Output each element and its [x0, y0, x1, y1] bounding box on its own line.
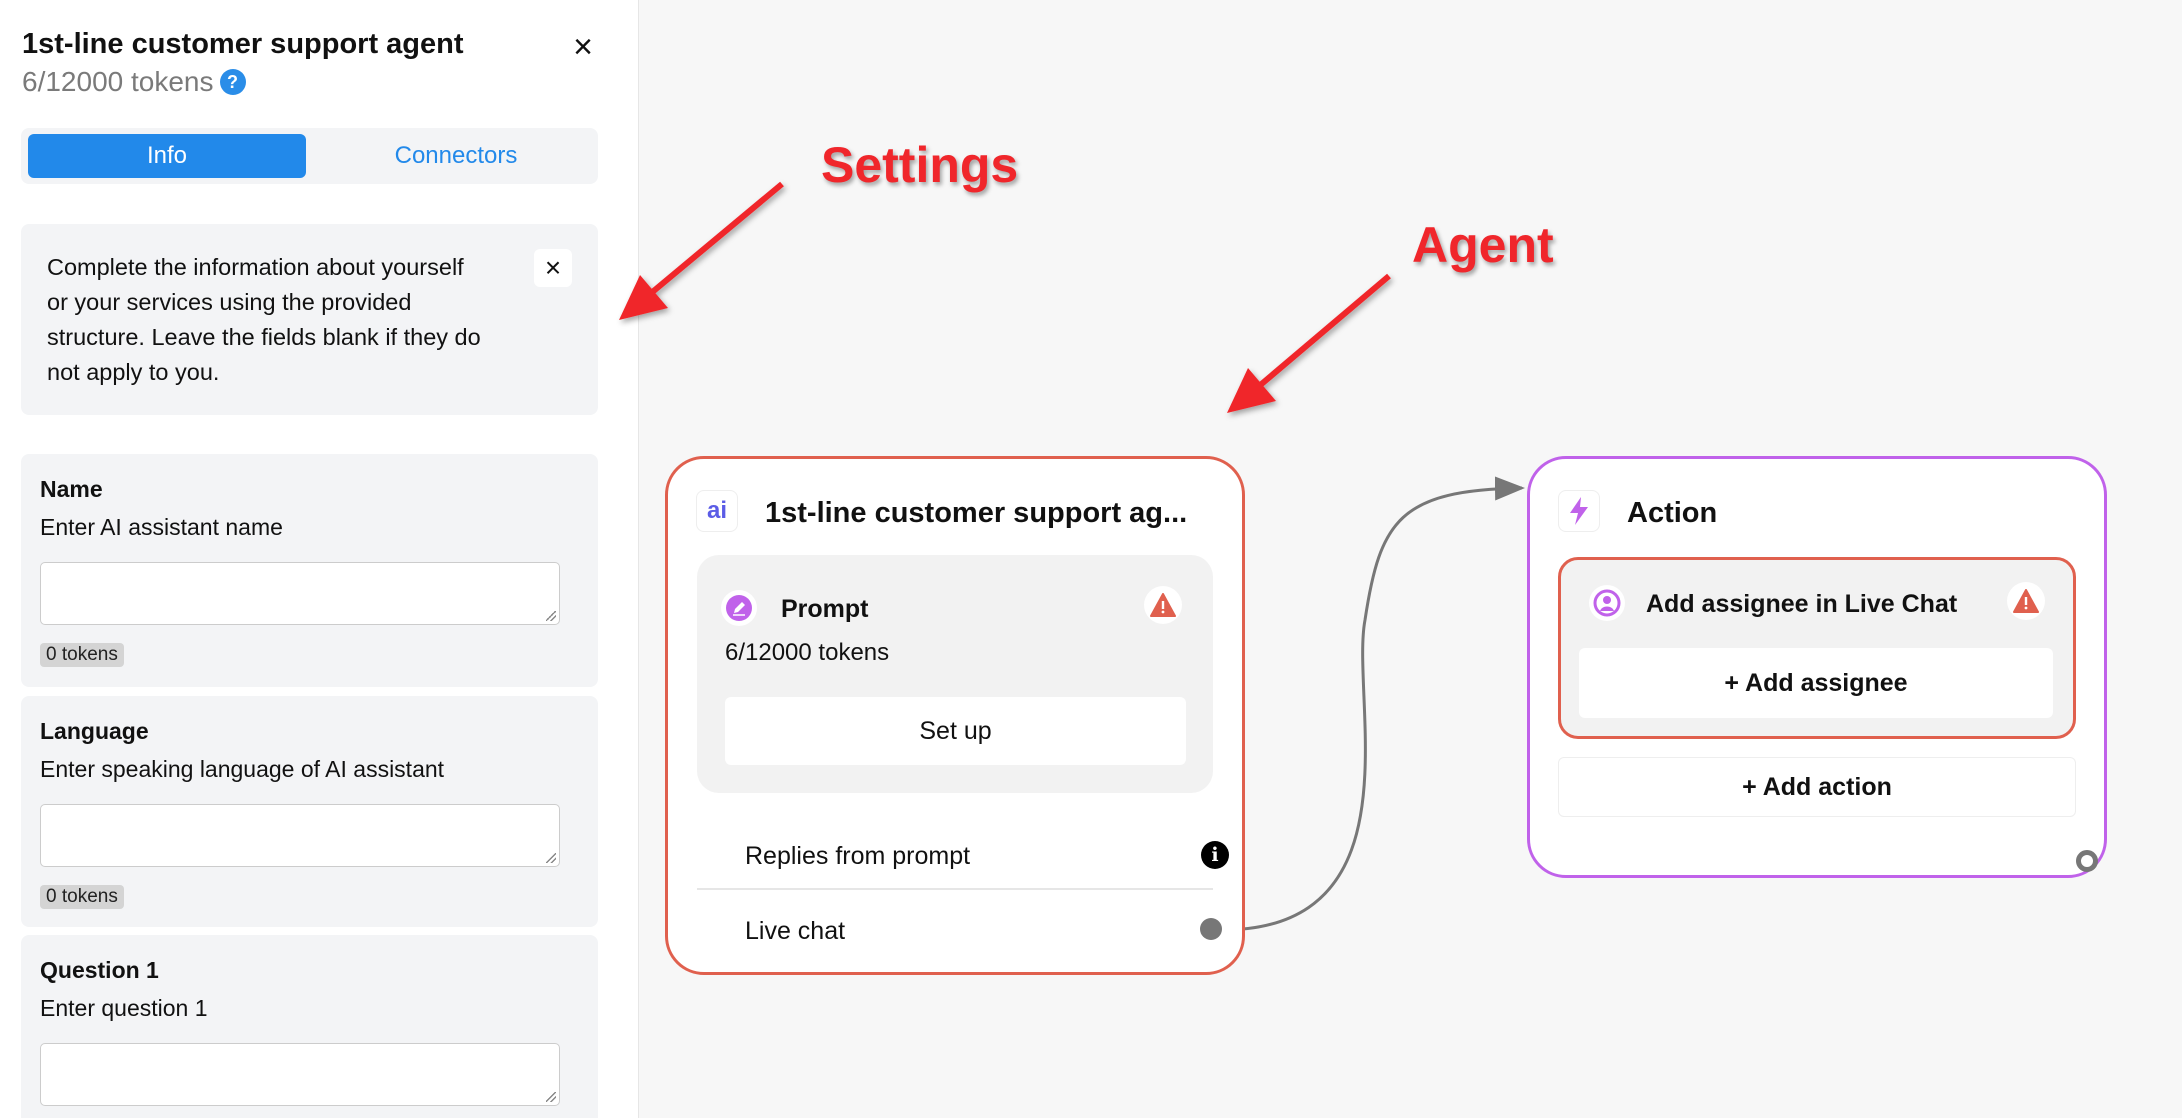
output-replies-from-prompt: Replies from prompt [745, 842, 971, 870]
divider [697, 888, 1213, 890]
connection-line [1221, 476, 1525, 932]
add-action-button[interactable]: + Add action [1558, 757, 2076, 817]
action-node-title: Action [1627, 497, 1718, 529]
settings-annotation: Settings [821, 137, 1019, 193]
settings-arrow [619, 181, 784, 320]
output-live-chat: Live chat [745, 917, 846, 945]
agent-arrow [1227, 273, 1391, 413]
output-port[interactable] [2076, 850, 2098, 872]
assignee-action-item[interactable]: Add assignee in Live Chat + Add assignee [1558, 557, 2076, 739]
agent-annotation: Agent [1412, 217, 1554, 273]
agent-node-title: 1st-line customer support ag... [765, 497, 1188, 529]
prompt-tokens: 6/12000 tokens [725, 639, 890, 666]
person-icon [1589, 585, 1625, 621]
info-icon[interactable]: i [1201, 841, 1229, 869]
assignee-item-label: Add assignee in Live Chat [1646, 590, 1958, 618]
action-node[interactable]: Action Add assignee in Live Chat + Add a… [1527, 456, 2107, 878]
prompt-section: Prompt 6/12000 tokens Set up [697, 555, 1213, 793]
ai-sparkle-icon: ai [696, 490, 738, 532]
lightning-icon [1558, 490, 1600, 532]
warning-icon [2007, 582, 2045, 620]
edit-icon [721, 590, 757, 626]
warning-icon [1144, 586, 1182, 624]
ai-icon-text: ai [706, 497, 727, 524]
connector-dot[interactable] [1200, 918, 1222, 940]
agent-node[interactable]: ai 1st-line customer support ag... Promp… [665, 456, 1245, 975]
prompt-label: Prompt [781, 595, 869, 623]
add-assignee-button[interactable]: + Add assignee [1579, 648, 2053, 718]
set-up-button[interactable]: Set up [725, 697, 1186, 765]
